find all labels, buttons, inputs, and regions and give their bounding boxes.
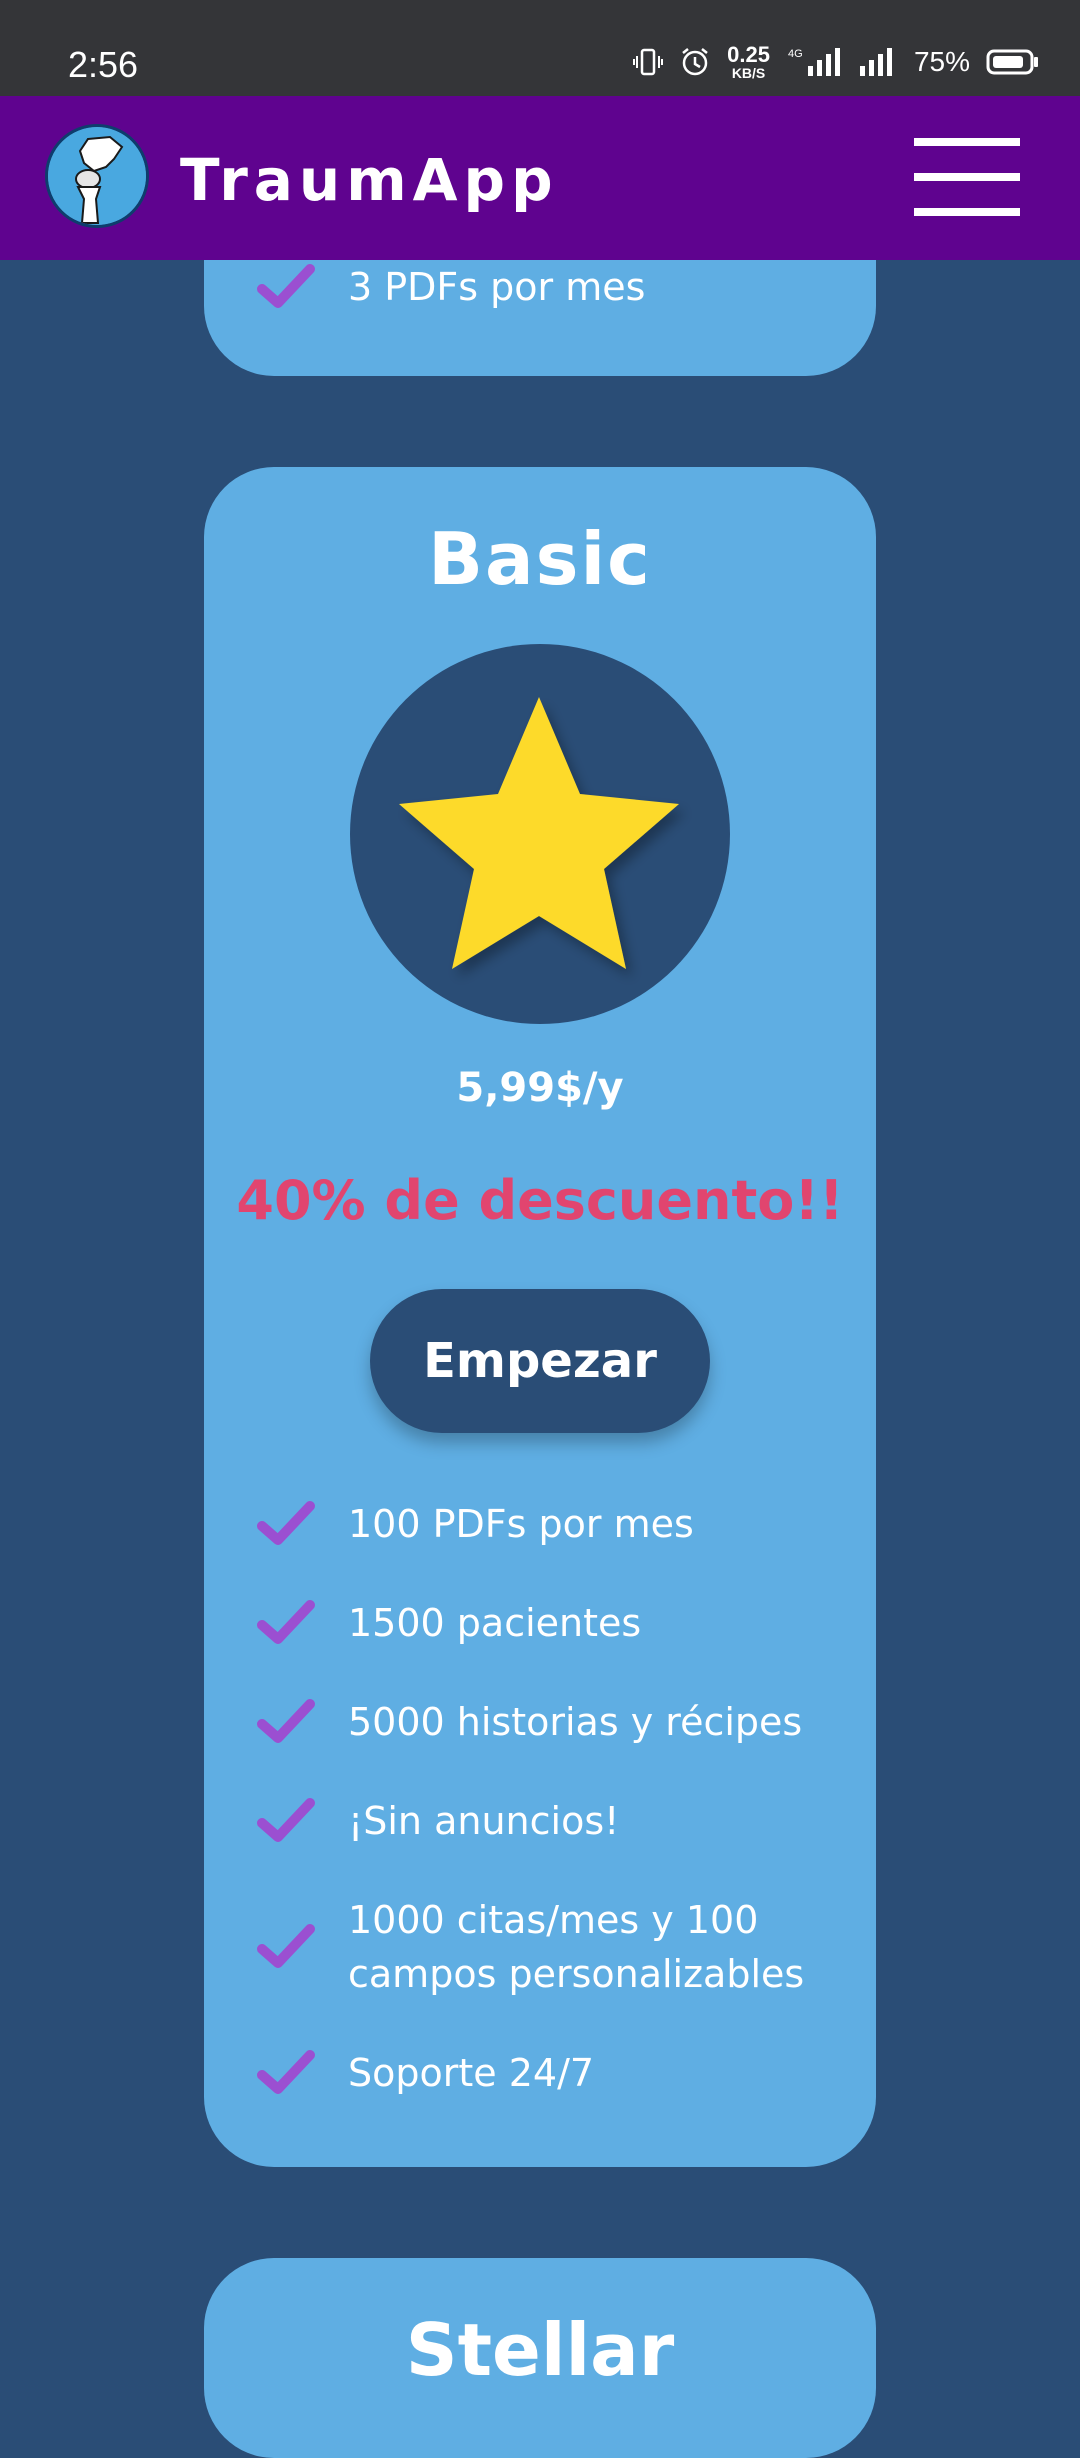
plan-card-basic: Basic 5,99$/y 40% de descuento!! Empezar… bbox=[204, 467, 876, 2167]
feature-item: 1500 pacientes bbox=[256, 1596, 641, 1650]
battery-icon bbox=[986, 46, 1040, 78]
plan-title: Stellar bbox=[405, 2308, 675, 2392]
plan-price: 5,99$/y bbox=[456, 1065, 624, 1111]
vibrate-icon bbox=[633, 47, 664, 77]
feature-item: 5000 historias y récipes bbox=[256, 1695, 802, 1749]
checkmark-icon bbox=[257, 1699, 315, 1743]
mobile-data-icon: 4G bbox=[786, 46, 842, 78]
feature-label-line2: campos personalizables bbox=[348, 1952, 805, 1996]
feature-label: 3 PDFs por mes bbox=[348, 265, 646, 309]
feature-label: 1500 pacientes bbox=[348, 1601, 642, 1645]
network-speed: 0.25 KB/S bbox=[727, 42, 770, 81]
feature-label: 1000 citas/mes y 100 campos personalizabl… bbox=[348, 1893, 804, 2001]
app-title: TraumApp bbox=[180, 146, 559, 214]
status-time: 2:56 bbox=[68, 44, 139, 85]
star-icon bbox=[399, 697, 679, 969]
knee-joint-logo-icon bbox=[48, 127, 146, 225]
feature-item: ¡Sin anuncios! bbox=[256, 1794, 619, 1848]
status-icons: 0.25 KB/S 4G 75% bbox=[633, 44, 1040, 80]
app-logo[interactable] bbox=[45, 124, 149, 228]
alarm-icon bbox=[679, 46, 711, 78]
app-bar: TraumApp bbox=[0, 96, 1080, 260]
discount-label: 40% de descuento!! bbox=[236, 1169, 844, 1232]
network-label: 4G bbox=[788, 48, 803, 60]
feature-label: 100 PDFs por mes bbox=[348, 1502, 694, 1546]
checkmark-icon bbox=[257, 1798, 315, 1842]
plan-card-stellar: Stellar bbox=[204, 2258, 876, 2458]
feature-label-line1: 1000 citas/mes y 100 bbox=[348, 1898, 759, 1942]
feature-item: 100 PDFs por mes bbox=[256, 1497, 694, 1551]
plan-icon-circle bbox=[350, 644, 730, 1024]
hamburger-menu-icon[interactable] bbox=[914, 138, 1020, 216]
feature-item: 3 PDFs por mes bbox=[256, 260, 645, 314]
checkmark-icon bbox=[257, 264, 315, 308]
checkmark-icon bbox=[257, 1600, 315, 1644]
start-button[interactable]: Empezar bbox=[370, 1289, 710, 1433]
feature-item: Soporte 24/7 bbox=[256, 2046, 594, 2100]
status-bar: 2:56 0.25 KB/S 4G 75% bbox=[0, 0, 1080, 96]
feature-label: Soporte 24/7 bbox=[348, 2051, 595, 2095]
plan-title: Basic bbox=[428, 517, 652, 601]
feature-label: ¡Sin anuncios! bbox=[348, 1799, 620, 1843]
signal-icon bbox=[858, 46, 898, 78]
feature-label: 5000 historias y récipes bbox=[348, 1700, 803, 1744]
checkmark-icon bbox=[257, 1924, 315, 1968]
checkmark-icon bbox=[257, 1501, 315, 1545]
checkmark-icon bbox=[257, 2050, 315, 2094]
feature-item: 1000 citas/mes y 100 campos personalizabl… bbox=[256, 1893, 804, 2001]
battery-percent: 75% bbox=[913, 46, 970, 77]
